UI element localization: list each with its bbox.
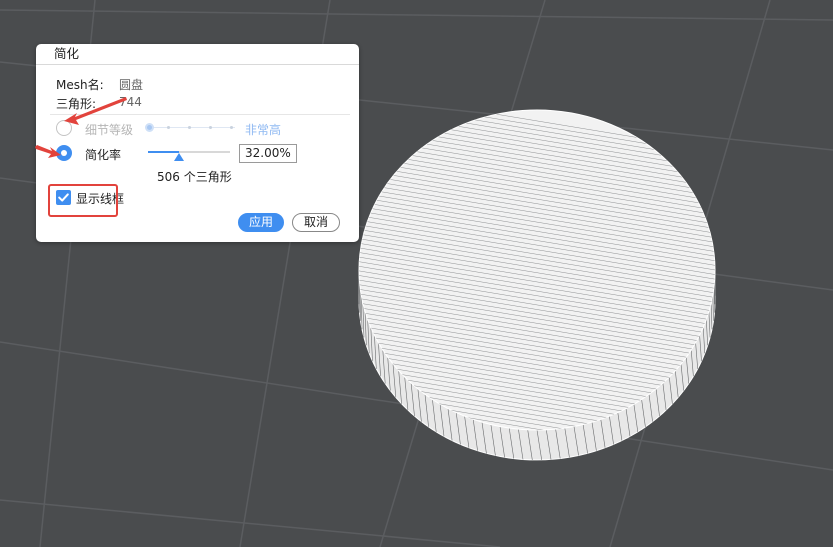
detail-slider-thumb[interactable] [145, 123, 154, 132]
disc-top [358, 109, 716, 431]
mesh-name-row: Mesh名: 圆盘 [56, 76, 143, 93]
highlight-box [48, 184, 118, 217]
mesh-name-label: Mesh名: [56, 78, 104, 92]
simplify-ratio-slider[interactable] [148, 145, 230, 161]
dialog-title-bar[interactable]: 简化 [36, 44, 359, 65]
detail-level-value: 非常高 [245, 123, 282, 137]
simplify-ratio-label: 简化率 [85, 148, 122, 162]
annotation-arrow-icon [35, 145, 61, 158]
detail-level-slider[interactable] [145, 123, 235, 133]
simplify-ratio-input[interactable]: 32.00% [239, 144, 297, 163]
apply-button[interactable]: 应用 [238, 213, 284, 232]
wireframe-disc[interactable] [350, 90, 725, 469]
ratio-slider-thumb[interactable] [174, 153, 184, 161]
detail-slider-tick [230, 126, 233, 129]
annotation-arrow-icon [64, 97, 127, 125]
dialog-title: 简化 [54, 46, 80, 61]
detail-slider-tick [188, 126, 191, 129]
detail-slider-tick [167, 126, 170, 129]
cancel-button[interactable]: 取消 [292, 213, 340, 232]
detail-slider-track [149, 127, 235, 128]
triangle-count-text: 506 个三角形 [157, 170, 232, 184]
mesh-name-value: 圆盘 [119, 78, 144, 92]
detail-slider-tick [209, 126, 212, 129]
